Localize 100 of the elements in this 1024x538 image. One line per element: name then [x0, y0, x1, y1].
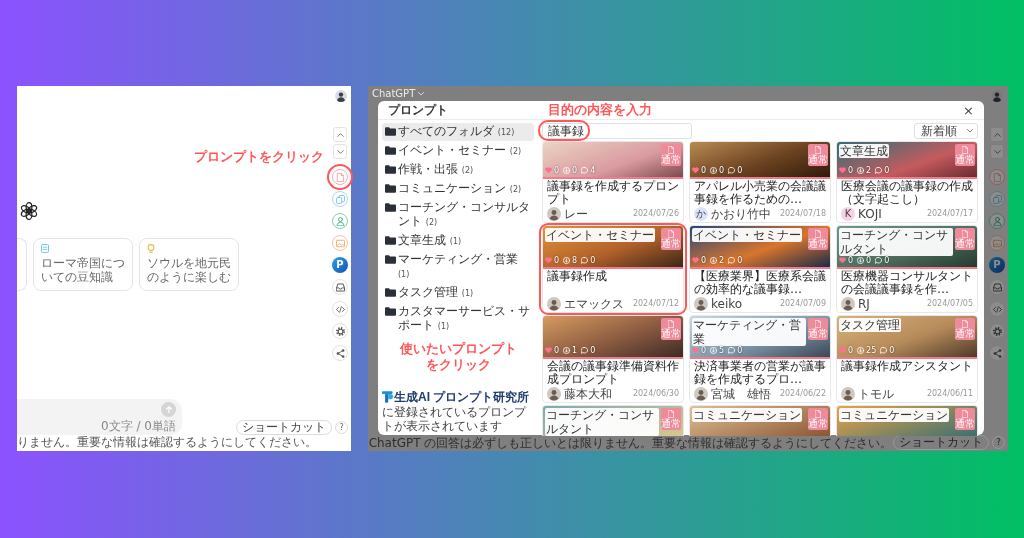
settings-button[interactable] [332, 323, 348, 339]
speech-bubble-icon [581, 167, 589, 174]
avatar-icon [694, 297, 708, 311]
logo-button[interactable]: P [332, 257, 348, 273]
folder-item[interactable]: マーケティング・営業 (1) [382, 251, 534, 283]
suggestion-card[interactable]: ソウルを地元民のように楽しむ [139, 238, 239, 291]
image-button[interactable] [332, 235, 348, 251]
category-tag: マーケティング・営業 [692, 318, 806, 346]
folder-item[interactable]: すべてのフォルダ (12) [382, 123, 534, 141]
prompt-card[interactable]: タスク管理 通常 0 25 0 議事録作成アシスタント トモル 2024/06/11 [836, 315, 978, 403]
stat-count: 0 [719, 166, 725, 175]
speech-bubble-icon [581, 347, 589, 354]
profile-button[interactable] [332, 213, 348, 229]
prompt-card[interactable]: イベント・セミナー 通常 0 8 0 議事録作成 エマックス 2024/07/12 [542, 225, 684, 313]
folder-item[interactable]: コーチング・コンサルタント (2) [382, 199, 534, 231]
folder-item[interactable]: タスク管理 (1) [382, 284, 534, 302]
post-date: 2024/07/26 [632, 209, 679, 219]
folder-item[interactable]: 作戦・出張 (2) [382, 161, 534, 179]
chevron-up-icon [336, 132, 344, 137]
share-button[interactable] [989, 345, 1005, 361]
stat-count: 0 [848, 346, 854, 355]
post-date: 2024/06/11 [926, 389, 973, 399]
folder-item[interactable]: イベント・セミナー (2) [382, 142, 534, 160]
document-icon [335, 172, 345, 182]
document-icon [815, 145, 821, 154]
prompt-title: 議事録作成アシスタント [840, 359, 974, 375]
document-icon [962, 409, 968, 418]
suggestion-card[interactable]: ローマ帝国についての豆知識 [33, 238, 133, 291]
tray-button[interactable] [332, 279, 348, 295]
heart-icon [545, 347, 552, 354]
chevron-down-icon [336, 149, 344, 154]
stat-count: 0 [572, 166, 578, 175]
help-button[interactable]: ? [992, 436, 1005, 449]
category-tag: イベント・セミナー [545, 228, 655, 242]
prompt-card[interactable]: コミュニケーション 通常 [689, 405, 831, 436]
prompt-card[interactable]: イベント・セミナー 通常 0 2 0 【医療業界】医療系会議の効率的な議事録… keiko 2024/07/09 [689, 225, 831, 313]
category-tag: コミュニケーション [839, 408, 949, 422]
tray-button[interactable] [989, 279, 1005, 295]
help-button[interactable]: ? [335, 421, 348, 434]
close-button[interactable]: × [961, 102, 976, 118]
copy-icon [335, 194, 345, 204]
prompt-card[interactable]: 文章生成 通常 0 2 0 医療会議の議事録の作成（文字起こし） K KOJI 2024/07/17 [836, 141, 978, 223]
folder-icon [385, 183, 396, 193]
scroll-up-button[interactable] [990, 127, 1004, 142]
document-icon [992, 172, 1002, 182]
circle-arrow-icon [857, 167, 865, 174]
stat-count: 0 [884, 166, 890, 175]
suggestion-card[interactable] [17, 238, 27, 291]
settings-button[interactable] [989, 323, 1005, 339]
send-button[interactable] [161, 402, 176, 417]
tray-icon [992, 282, 1002, 292]
prompt-title: 会議の議事録準備資料作成プロンプト [546, 359, 680, 387]
speech-bubble-icon [581, 257, 589, 264]
category-tag: タスク管理 [839, 318, 901, 332]
scroll-down-button[interactable] [990, 144, 1004, 159]
prompt-card[interactable]: 通常 0 1 0 会議の議事録準備資料作成プロンプト 藤本大和 2024/06/30 [542, 315, 684, 403]
prompt-button[interactable] [332, 169, 348, 185]
circle-arrow-icon [563, 257, 571, 264]
stat-count: 0 [701, 166, 707, 175]
copy-button[interactable] [989, 191, 1005, 207]
copy-button[interactable] [332, 191, 348, 207]
document-icon [815, 229, 821, 238]
prompt-card[interactable]: コミュニケーション 通常 [836, 405, 978, 436]
document-icon [668, 409, 674, 418]
prompt-card[interactable]: 通常 0 0 0 アパレル小売業の会議議事録を作るための… か かおり竹中 2024/07/18 [689, 141, 831, 223]
prompt-card[interactable]: 通常 0 0 4 議事録を作成するプロンプト レー 2024/07/26 [542, 141, 684, 223]
stat-count: 0 [554, 346, 560, 355]
type-label: 通常 [955, 327, 975, 339]
sort-dropdown[interactable]: 新着順 [914, 123, 978, 139]
share-button[interactable] [332, 345, 348, 361]
code-button[interactable] [989, 301, 1005, 317]
type-label: 通常 [808, 237, 828, 249]
profile-button[interactable] [989, 213, 1005, 229]
scroll-up-button[interactable] [333, 127, 347, 142]
shortcut-button[interactable]: ショートカット [236, 420, 332, 435]
folder-item[interactable]: 文章生成 (1) [382, 232, 534, 250]
stat-count: 8 [572, 256, 578, 265]
prompt-title: 議事録作成 [546, 269, 608, 285]
prompt-button[interactable] [989, 169, 1005, 185]
stat-count: 0 [701, 256, 707, 265]
image-button[interactable] [989, 235, 1005, 251]
folder-item[interactable]: コミュニケーション (2) [382, 180, 534, 198]
search-field[interactable]: 議事録 [542, 123, 692, 139]
tray-icon [335, 282, 345, 292]
folder-icon [385, 126, 396, 136]
stat-count: 0 [737, 346, 743, 355]
code-button[interactable] [332, 301, 348, 317]
author-name: レー [564, 207, 588, 221]
folder-item[interactable]: カスタマーサービス・サポート (1) [382, 303, 534, 335]
brand-logo-icon [382, 391, 393, 403]
image-icon [335, 238, 345, 248]
circle-arrow-icon [710, 167, 718, 174]
type-label: 通常 [955, 417, 975, 429]
prompt-title: 議事録を作成するプロンプト [546, 179, 680, 207]
annotation-text: 使いたいプロンプトをクリック [398, 341, 518, 373]
scroll-down-button[interactable] [333, 144, 347, 159]
folder-icon [385, 164, 396, 174]
document-icon [668, 229, 674, 238]
folder-icon [385, 254, 396, 264]
stat-count: 4 [590, 166, 596, 175]
